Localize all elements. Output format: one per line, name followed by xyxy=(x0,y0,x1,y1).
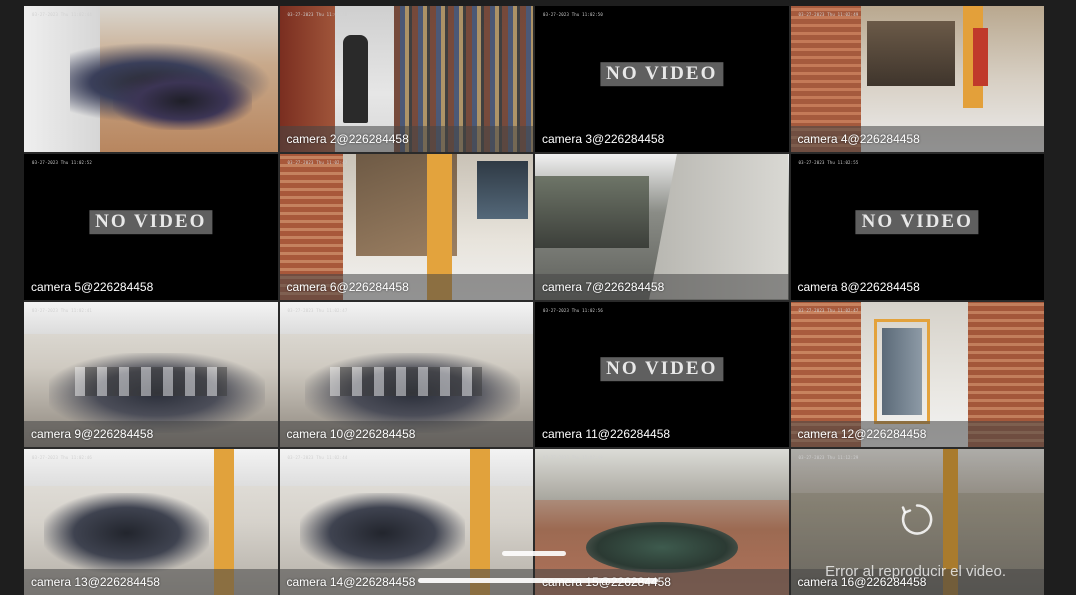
home-indicator-bar[interactable] xyxy=(418,578,658,583)
camera-caption: camera 5@226284458 xyxy=(31,279,154,294)
camera-tile-7[interactable]: camera 7@226284458 xyxy=(535,153,789,300)
reload-spinner[interactable] xyxy=(899,502,935,543)
camera-timestamp-overlay: 03-27-2023 Thu 11:02:44 xyxy=(287,455,348,461)
camera-caption: camera 7@226284458 xyxy=(542,279,665,294)
camera-viewer-screen: 03-27-2023 Thu 11:02:44 03-27-2023 Thu 1… xyxy=(0,0,1076,595)
camera-tile-14[interactable]: 03-27-2023 Thu 11:02:44 camera 14@2262844… xyxy=(279,449,533,595)
camera-tile-2[interactable]: 03-27-2023 Thu 11:02:48 camera 2@22628445… xyxy=(279,6,533,152)
camera-caption: camera 10@226284458 xyxy=(286,427,416,442)
camera-tile-1[interactable]: 03-27-2023 Thu 11:02:44 xyxy=(24,6,278,152)
camera-tile-3[interactable]: NO VIDEO 03-27-2023 Thu 11:02:50 camera 3@… xyxy=(535,6,789,152)
camera-caption: camera 4@226284458 xyxy=(797,131,920,146)
camera-timestamp-overlay: 03-27-2023 Thu 11:02:48 xyxy=(287,12,348,17)
page-indicator-pill[interactable] xyxy=(502,551,566,556)
camera-timestamp-overlay: 03-27-2023 Thu 11:02:41 xyxy=(32,307,92,313)
no-video-label: NO VIDEO xyxy=(600,62,724,87)
camera-tile-9[interactable]: 03-27-2023 Thu 11:02:41 camera 9@22628445… xyxy=(24,301,278,448)
camera-tile-12[interactable]: 03-27-2023 Thu 11:02:47 camera 12@2262844… xyxy=(790,301,1044,448)
camera-timestamp-overlay: 03-27-2023 Thu 11:02:46 xyxy=(32,455,92,461)
no-video-label: NO VIDEO xyxy=(89,209,213,234)
camera-caption: camera 13@226284458 xyxy=(31,575,160,589)
camera-caption: camera 12@226284458 xyxy=(797,427,927,442)
camera-feed-image xyxy=(24,6,278,152)
camera-timestamp-overlay: 03-27-2023 Thu 11:02:55 xyxy=(798,159,859,165)
camera-caption: camera 6@226284458 xyxy=(286,279,409,294)
camera-caption: camera 3@226284458 xyxy=(542,131,665,146)
camera-tile-13[interactable]: 03-27-2023 Thu 11:02:46 camera 13@2262844… xyxy=(24,449,278,595)
camera-timestamp-overlay: 03-27-2023 Thu 11:02:47 xyxy=(798,307,859,313)
camera-caption: camera 8@226284458 xyxy=(797,279,920,294)
loading-spinner-icon xyxy=(902,504,933,535)
camera-tile-5[interactable]: NO VIDEO 03-27-2023 Thu 11:02:52 camera 5@… xyxy=(24,153,278,300)
camera-tile-15[interactable]: 03-27-2023 Thu 11:02:48camera 15@2262844… xyxy=(535,449,789,595)
playback-error-text: Error al reproducir el video. xyxy=(825,563,1006,580)
camera-caption: camera 9@226284458 xyxy=(31,427,154,442)
camera-caption: camera 14@226284458 xyxy=(286,575,416,589)
camera-caption: camera 11@226284458 xyxy=(542,427,671,442)
camera-tile-8[interactable]: NO VIDEO 03-27-2023 Thu 11:02:55 camera 8@… xyxy=(790,153,1044,300)
camera-timestamp-overlay: 03-27-2023 Thu 11:12:29 xyxy=(798,455,859,461)
camera-timestamp-overlay: 03-27-2023 Thu 11:02:48 xyxy=(543,455,603,461)
camera-timestamp-overlay: 03-27-2023 Thu 11:02:56 xyxy=(543,307,603,313)
camera-timestamp-overlay: 03-27-2023 Thu 11:02:47 xyxy=(287,159,348,165)
camera-tile-11[interactable]: NO VIDEO 03-27-2023 Thu 11:02:56 camera 11… xyxy=(535,301,789,448)
camera-timestamp-overlay: 03-27-2023 Thu 11:02:50 xyxy=(543,12,603,17)
camera-tile-4[interactable]: 03-27-2023 Thu 11:02:49 camera 4@22628445… xyxy=(790,6,1044,152)
camera-timestamp-overlay: 03-27-2023 Thu 11:02:52 xyxy=(32,159,92,165)
camera-timestamp-overlay: 03-27-2023 Thu 11:02:49 xyxy=(798,12,859,17)
no-video-label: NO VIDEO xyxy=(600,357,724,382)
camera-tile-16[interactable]: 03-27-2023 Thu 11:12:29 camera 16@2262844… xyxy=(790,449,1044,595)
camera-grid: 03-27-2023 Thu 11:02:44 03-27-2023 Thu 1… xyxy=(24,6,1044,595)
no-video-label: NO VIDEO xyxy=(855,209,979,234)
camera-tile-10[interactable]: 03-27-2023 Thu 11:02:47 camera 10@2262844… xyxy=(279,301,533,448)
camera-tile-6[interactable]: 03-27-2023 Thu 11:02:47 camera 6@22628445… xyxy=(279,153,533,300)
camera-caption: camera 2@226284458 xyxy=(286,131,409,146)
camera-timestamp-overlay: 03-27-2023 Thu 11:02:47 xyxy=(287,307,348,313)
camera-timestamp-overlay: 03-27-2023 Thu 11:02:44 xyxy=(32,12,92,17)
